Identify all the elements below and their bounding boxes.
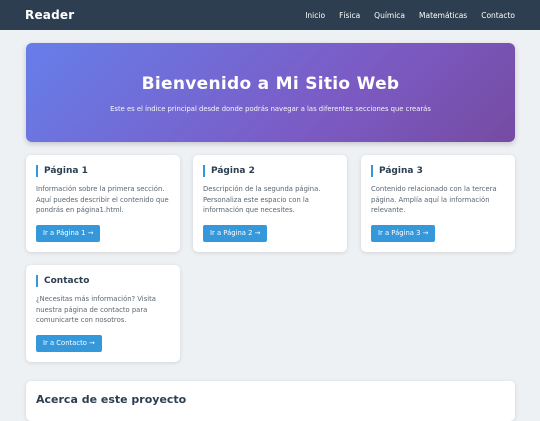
nav-link-inicio[interactable]: Inicio	[305, 11, 325, 20]
hero-title: Bienvenido a Mi Sitio Web	[141, 74, 400, 94]
card-title: Página 2	[203, 165, 337, 177]
card-title: Página 1	[36, 165, 170, 177]
about-section: Acerca de este proyecto	[26, 381, 515, 421]
card-button-contacto[interactable]: Ir a Contacto →	[36, 334, 102, 352]
about-title: Acerca de este proyecto	[36, 393, 187, 406]
card-pagina-3: Página 3 Contenido relacionado con la te…	[361, 155, 515, 252]
card-contacto: Contacto ¿Necesitas más información? Vis…	[26, 265, 180, 362]
nav-link-quimica[interactable]: Química	[374, 11, 405, 20]
card-title: Página 3	[371, 165, 505, 177]
hero-subtitle: Este es el índice principal desde donde …	[110, 105, 431, 113]
nav-link-contacto[interactable]: Contacto	[481, 11, 515, 20]
card-button-pagina-1[interactable]: Ir a Página 1 →	[36, 224, 101, 242]
card-text: Información sobre la primera sección. Aq…	[36, 185, 169, 214]
card-pagina-2: Página 2 Descripción de la segunda págin…	[193, 155, 347, 252]
card-pagina-1: Página 1 Información sobre la primera se…	[26, 155, 180, 252]
card-title: Contacto	[36, 275, 170, 287]
brand-logo[interactable]: Reader	[25, 8, 74, 22]
card-button-pagina-2[interactable]: Ir a Página 2 →	[203, 224, 268, 242]
nav-links: Inicio Física Química Matemáticas Contac…	[291, 11, 515, 20]
card-text: Descripción de la segunda página. Person…	[203, 185, 321, 214]
nav-link-matematicas[interactable]: Matemáticas	[419, 11, 467, 20]
hero-banner: Bienvenido a Mi Sitio Web Este es el índ…	[26, 43, 515, 142]
navbar: Reader Inicio Física Química Matemáticas…	[0, 0, 540, 30]
nav-link-fisica[interactable]: Física	[339, 11, 360, 20]
card-button-pagina-3[interactable]: Ir a Página 3 →	[371, 224, 436, 242]
card-text: ¿Necesitas más información? Visita nuest…	[36, 295, 156, 324]
card-text: Contenido relacionado con la tercera pág…	[371, 185, 497, 214]
